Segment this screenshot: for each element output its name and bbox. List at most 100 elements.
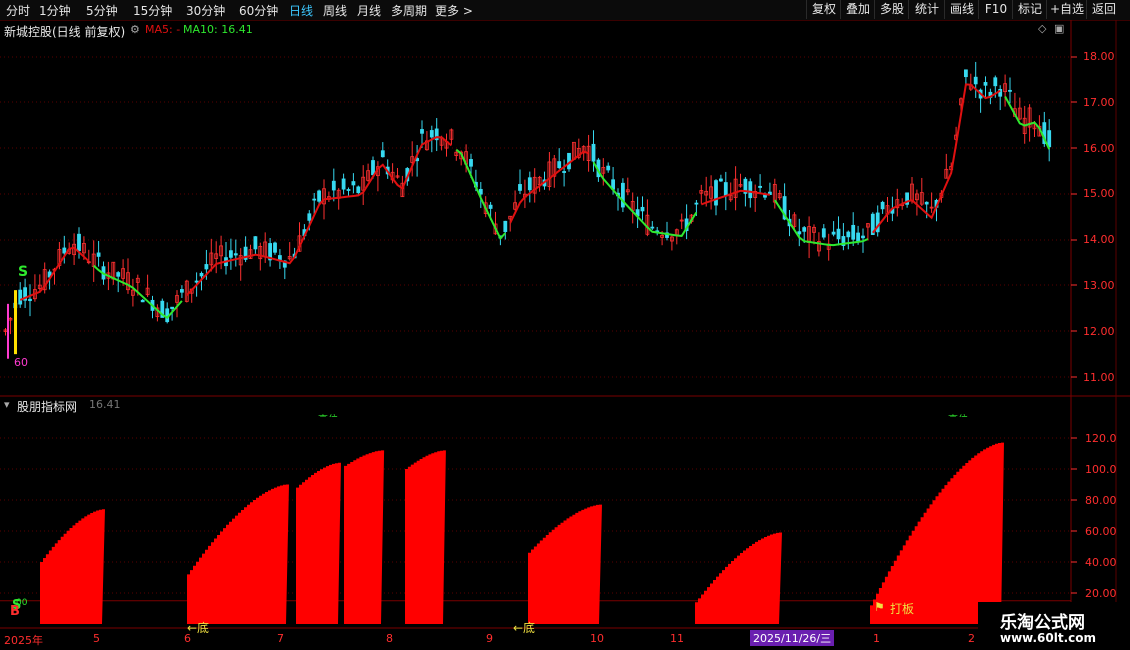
- diamond-icon[interactable]: ◇: [1038, 22, 1046, 35]
- candle-body: [861, 235, 865, 239]
- candle-body: [993, 77, 998, 87]
- indicator-value: 16.41: [89, 398, 121, 411]
- candle-body: [341, 178, 346, 190]
- date-label: 11: [670, 632, 684, 645]
- date-label: 5: [93, 632, 100, 645]
- candle-body: [96, 252, 101, 257]
- candle-body: [429, 130, 434, 138]
- y-tick: 11.00: [1083, 371, 1115, 384]
- daban-label: 打板: [890, 602, 915, 616]
- candle-body: [62, 247, 67, 254]
- candle-body: [199, 272, 204, 277]
- candle-body: [1008, 89, 1012, 92]
- candle-body: [983, 82, 988, 86]
- indicator-bar-block: [695, 532, 782, 624]
- candle-body: [856, 232, 860, 243]
- candle-body: [469, 159, 473, 167]
- indicator-y-tick: 80.00: [1085, 494, 1117, 507]
- candle-body: [194, 280, 199, 283]
- date-label: 6: [184, 632, 191, 645]
- date-label: 9: [486, 632, 493, 645]
- cursor-date-badge: 2025/11/26/三: [750, 630, 835, 646]
- candle-body: [846, 231, 851, 238]
- candle-body: [640, 206, 645, 212]
- indicator-y-tick: 100.0: [1085, 463, 1117, 476]
- candle-body: [253, 236, 258, 250]
- candle-body: [723, 182, 728, 196]
- candle-body: [831, 231, 836, 235]
- indicator-bar-block: [40, 509, 105, 624]
- indicator-bar-block: [296, 462, 341, 624]
- candle-body: [18, 289, 23, 305]
- candle-body: [179, 289, 184, 293]
- indicator-y-tick: 120.0: [1085, 432, 1117, 445]
- candle-body: [1047, 130, 1052, 148]
- date-label: 8: [386, 632, 393, 645]
- signal-bar: [14, 290, 17, 355]
- indicator-bar-block: [344, 450, 385, 624]
- candle-body: [28, 298, 32, 302]
- sell-marker: S: [18, 264, 29, 280]
- candle-body: [562, 171, 566, 173]
- y-tick: 16.00: [1083, 142, 1115, 155]
- candle-body: [821, 228, 826, 238]
- indicator-bar-block: [187, 484, 289, 624]
- top-label-1: 高位: [318, 411, 338, 417]
- candle-body: [371, 160, 375, 176]
- candle-body: [331, 180, 336, 191]
- candle-body: [204, 264, 209, 270]
- candle-body: [964, 69, 968, 78]
- watermark-url: www.60lt.com: [1000, 631, 1097, 645]
- indicator-title: 股朋指标网: [17, 400, 78, 414]
- candle-body: [518, 184, 522, 191]
- candle-body: [488, 204, 493, 209]
- candle-body: [973, 76, 978, 85]
- candle-body: [346, 189, 351, 191]
- y-tick: 14.00: [1083, 233, 1115, 246]
- top-label-2: 高位: [948, 411, 968, 417]
- date-label: 1: [873, 632, 880, 645]
- candle-body: [356, 186, 361, 193]
- candle-body: [527, 177, 532, 191]
- candle-body: [591, 143, 596, 162]
- ma-line: [592, 161, 698, 237]
- candle-body: [312, 198, 317, 201]
- y-tick: 17.00: [1083, 96, 1115, 109]
- candle-body: [307, 213, 312, 221]
- candle-body: [802, 227, 807, 232]
- date-label: 2025年: [4, 634, 43, 647]
- indicator-y-tick: 60.00: [1085, 525, 1117, 538]
- candle-body: [116, 272, 121, 277]
- flag-icon: ⚑: [874, 600, 885, 614]
- watermark-name: 乐淘公式网: [1000, 613, 1085, 633]
- candle-body: [170, 306, 175, 309]
- bottom-label-2: ←底: [513, 621, 536, 635]
- settings-gear-icon[interactable]: ⚙: [130, 23, 140, 36]
- candle-body: [140, 299, 145, 303]
- y-tick: 18.00: [1083, 50, 1115, 63]
- kline-chart[interactable]: [0, 0, 1130, 650]
- candle-body: [880, 201, 885, 210]
- candle-body: [924, 201, 929, 205]
- candle-body: [714, 180, 718, 206]
- candle-body: [758, 185, 762, 188]
- date-label: 2: [968, 632, 975, 645]
- date-label: 10: [590, 632, 604, 645]
- candle-body: [351, 181, 356, 186]
- candle-body: [233, 253, 238, 256]
- candle-body: [748, 181, 753, 199]
- candle-body: [420, 129, 424, 134]
- candle-body: [836, 228, 841, 240]
- ma10-label: MA10: 16.41: [183, 23, 253, 36]
- candle-body: [694, 202, 699, 205]
- window-toggle-icon[interactable]: ▣: [1054, 22, 1064, 35]
- candle-body: [228, 250, 233, 258]
- candle-body: [77, 233, 81, 252]
- y-tick: 12.00: [1083, 325, 1115, 338]
- candle-body: [557, 161, 562, 169]
- candle-body: [719, 178, 723, 182]
- candle-body: [606, 165, 611, 171]
- indicator-collapse-icon[interactable]: ▾: [4, 398, 10, 411]
- candle-body: [380, 150, 385, 158]
- candle-body: [650, 226, 655, 229]
